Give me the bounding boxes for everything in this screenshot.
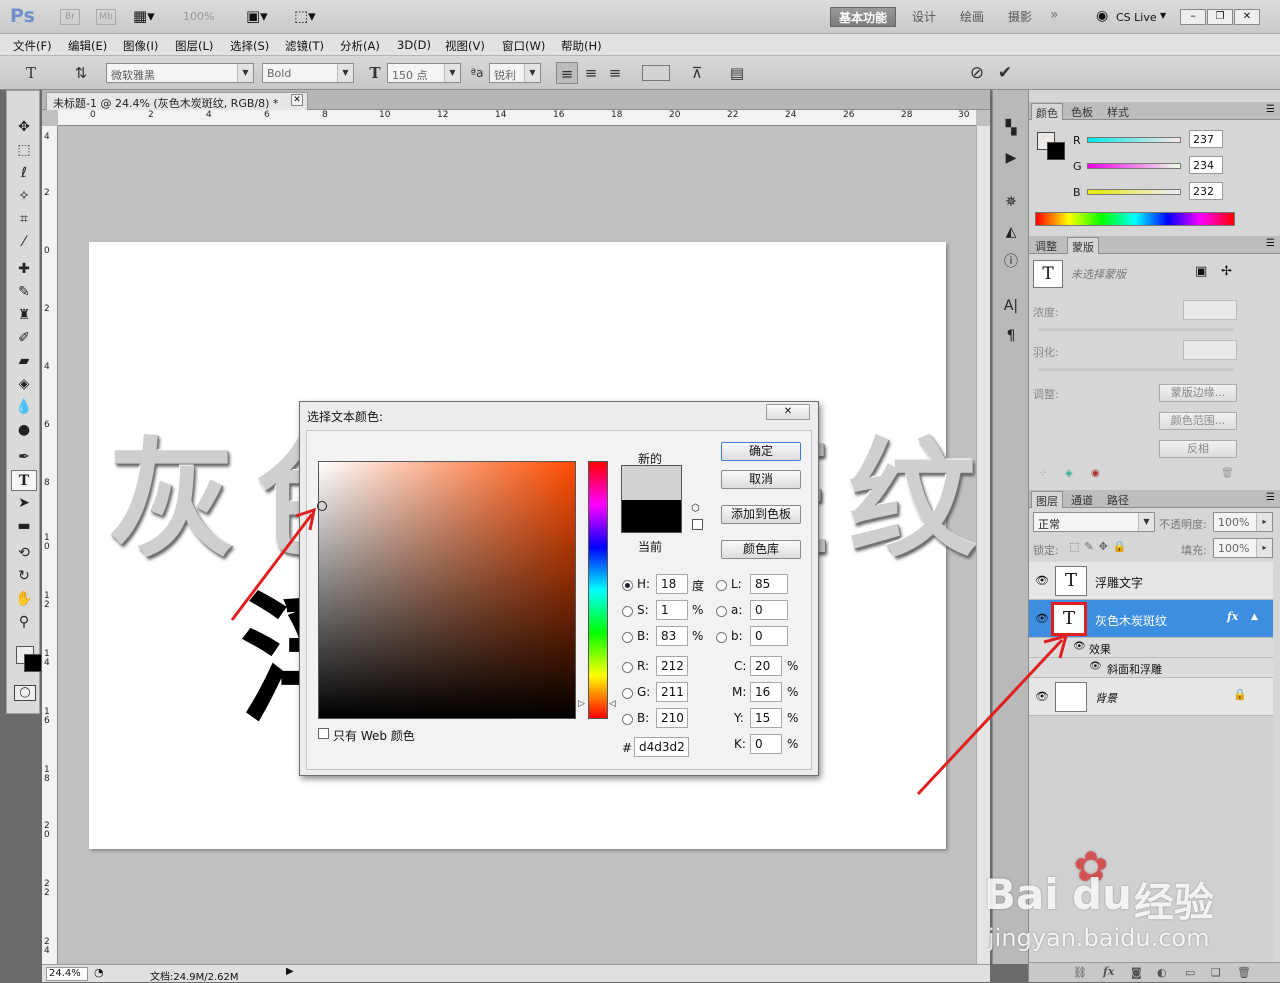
arrow-to-color-field	[230, 507, 316, 621]
watermark-url: jingyan.baidu.com	[988, 924, 1210, 952]
annotation-arrows	[230, 507, 1069, 796]
watermark-brand-b: du	[1072, 870, 1132, 919]
baidu-watermark: Bai ✿ du 经验 jingyan.baidu.com	[984, 842, 1274, 956]
watermark-brand-cn: 经验	[1134, 880, 1214, 926]
arrow-to-layer-thumb	[916, 633, 1069, 796]
watermark-brand-a: Bai	[984, 870, 1059, 919]
